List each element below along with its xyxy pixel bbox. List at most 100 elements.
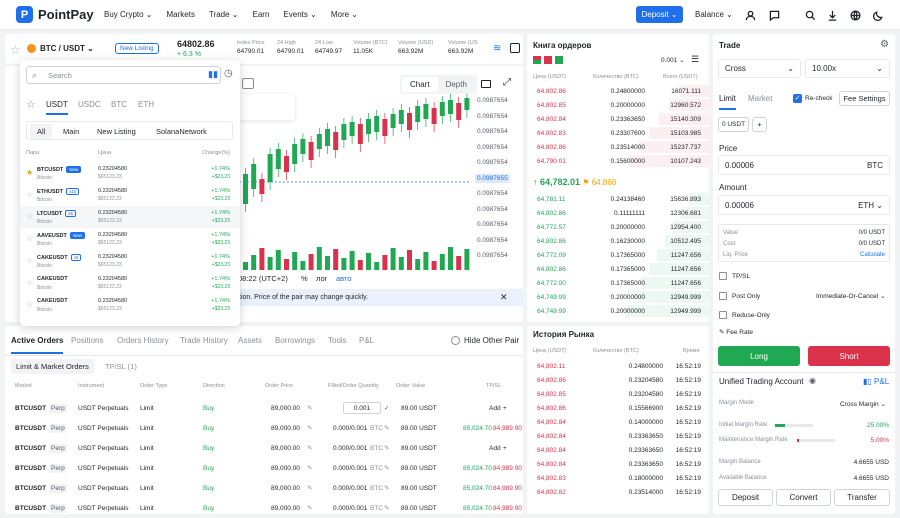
quote-usdt[interactable]: USDT <box>46 100 68 115</box>
cross-margin-select[interactable]: Cross Margin ⌄ <box>840 400 886 408</box>
tab-active-orders[interactable]: Active Orders <box>11 336 64 354</box>
ask-row[interactable]: 64,802.85 0.20000000 12960.572 <box>527 98 709 112</box>
star-icon[interactable]: ☆ <box>26 300 33 309</box>
book-both-icon[interactable] <box>533 56 541 64</box>
percent-toggle[interactable]: % <box>301 274 308 283</box>
edit-qty-icon[interactable]: ✎ <box>384 424 389 432</box>
cat-main[interactable]: Main <box>63 127 79 136</box>
edit-price-icon[interactable]: ✎ <box>307 464 312 472</box>
bid-row[interactable]: 64,781.11 0.24138460 15636.893 <box>527 192 709 206</box>
fee-settings-button[interactable]: Fee Settings <box>839 91 890 106</box>
tab-limit[interactable]: Limit <box>719 94 736 110</box>
hide-other-pair-radio[interactable] <box>451 336 460 345</box>
globe-icon[interactable] <box>849 9 861 21</box>
amount-input[interactable]: 0.00006 ETH ⌄ <box>718 195 890 215</box>
add-funds-button[interactable]: + <box>752 117 767 132</box>
balance-menu[interactable]: Balance ⌄ <box>695 10 733 19</box>
qty-edit-input[interactable]: 0.001 <box>343 402 381 414</box>
pair-row[interactable]: ☆ CAKEUSDT Bitcoin 0.23204580 $65123.23 +1.74… <box>20 272 240 294</box>
moon-icon[interactable] <box>872 9 884 21</box>
bid-row[interactable]: 64,749.99 0.20000000 12949.999 <box>527 290 709 304</box>
tab-orders-history[interactable]: Orders History <box>117 336 169 345</box>
bid-row[interactable]: 64,772.09 0.17365000 11247.656 <box>527 248 709 262</box>
bid-row[interactable]: 64,772.57 0.20000000 12954.400 <box>527 220 709 234</box>
star-icon[interactable]: ☆ <box>26 190 33 199</box>
ask-row[interactable]: 64,802.84 0.23363650 15140.309 <box>527 112 709 126</box>
candlestick-chart[interactable] <box>235 94 471 269</box>
book-bids-icon[interactable] <box>555 56 563 64</box>
long-button[interactable]: Long <box>718 346 800 366</box>
pair-row[interactable]: ☆ LTCUSDT x5 Bitcoin 0.23204580 $65123.23 +1.7… <box>20 206 240 228</box>
bar-chart-icon[interactable]: ▮▮ <box>208 69 218 80</box>
add-tpsl-button[interactable]: Add <box>489 445 501 452</box>
brand-logo[interactable]: P PointPay <box>16 6 94 23</box>
pair-row[interactable]: ☆ AAVEUSDT New Bitcoin 0.23204580 $65123.23 +1… <box>20 228 240 250</box>
tick-size-select[interactable]: 0.001 ⌄ <box>661 56 685 64</box>
cat-all[interactable]: All <box>30 124 53 139</box>
bid-row[interactable]: 64,802.86 0.17365000 11247.656 <box>527 262 709 276</box>
bid-row[interactable]: 64,802.86 0.16230000 10512.495 <box>527 234 709 248</box>
pair-row[interactable]: ★ BTCUSDT New Bitcoin 0.23204580 $65123.23 +1.… <box>20 162 240 184</box>
gear-icon[interactable]: ⚙ <box>880 39 889 50</box>
edit-qty-icon[interactable]: ✎ <box>384 444 389 452</box>
star-icon[interactable]: ☆ <box>26 212 33 221</box>
window-icon[interactable] <box>481 80 491 88</box>
quote-eth[interactable]: ETH <box>138 100 154 109</box>
tab-depth[interactable]: Depth <box>438 77 475 92</box>
star-icon[interactable]: ☆ <box>26 256 33 265</box>
tab-trade-history[interactable]: Trade History <box>180 336 228 345</box>
subtab-limit-market[interactable]: Limit & Market Orders <box>11 359 94 374</box>
deposit-button[interactable]: Deposit ⌄ <box>636 6 683 23</box>
favorites-star-icon[interactable]: ☆ <box>26 98 36 111</box>
edit-qty-icon[interactable]: ✎ <box>384 504 389 512</box>
nav-more[interactable]: More ⌄ <box>331 10 358 19</box>
pair-row[interactable]: ☆ ETHUSDT x10 Bitcoin 0.23204580 $65123.23 +1.… <box>20 184 240 206</box>
add-tpsl-button[interactable]: Add <box>489 405 501 412</box>
edit-price-icon[interactable]: ✎ <box>307 424 312 432</box>
subtab-tpsl[interactable]: TP/SL (1) <box>105 362 137 371</box>
ask-row[interactable]: 64,802.83 0.23307600 15103.985 <box>527 126 709 140</box>
auto-toggle[interactable]: авто <box>336 274 352 283</box>
margin-mode-select[interactable]: Cross ⌄ <box>718 59 801 78</box>
nav-buy-crypto[interactable]: Buy Crypto ⌄ <box>104 10 153 19</box>
post-only-checkbox[interactable] <box>719 292 727 300</box>
leverage-select[interactable]: 10.00x ⌄ <box>805 59 890 78</box>
quote-btc[interactable]: BTC <box>111 100 127 109</box>
short-button[interactable]: Short <box>808 346 890 366</box>
edit-price-icon[interactable]: ✎ <box>307 444 312 452</box>
fee-rate-link[interactable]: ✎ Fee Rate <box>719 328 753 336</box>
user-icon[interactable] <box>744 9 756 21</box>
edit-price-icon[interactable]: ✎ <box>307 484 312 492</box>
search-input[interactable]: ⌕ Search <box>26 66 221 84</box>
ask-row[interactable]: 64,802.86 0.23514000 15237.737 <box>527 140 709 154</box>
confirm-icon[interactable]: ✓ <box>384 404 389 412</box>
expand-icon[interactable]: ⤢ <box>503 77 511 88</box>
convert-button[interactable]: Convert <box>776 489 831 506</box>
tab-market[interactable]: Market <box>748 94 772 103</box>
recheck-checkbox[interactable]: ✓ <box>793 94 802 103</box>
bid-row[interactable]: 64,749.99 0.20000000 12949.999 <box>527 304 709 318</box>
tab-pl[interactable]: P&L <box>359 336 374 345</box>
camera-icon[interactable] <box>242 78 254 89</box>
nav-trade[interactable]: Trade ⌄ <box>209 10 239 19</box>
tab-chart[interactable]: Chart <box>402 77 438 92</box>
star-icon[interactable]: ☆ <box>26 234 33 243</box>
star-filled-icon[interactable]: ★ <box>26 168 33 177</box>
favorite-star-icon[interactable]: ☆ <box>10 43 21 57</box>
transfer-button[interactable]: Transfer <box>834 489 890 506</box>
tpsl-checkbox[interactable] <box>719 272 727 280</box>
close-notice-icon[interactable]: ✕ <box>500 292 508 303</box>
nav-earn[interactable]: Earn <box>253 10 270 19</box>
tab-borrowings[interactable]: Borrowings <box>275 336 315 345</box>
tab-assets[interactable]: Assets <box>238 336 262 345</box>
layout-icon[interactable] <box>510 43 520 53</box>
reduce-only-checkbox[interactable] <box>719 311 727 319</box>
log-toggle[interactable]: лог <box>316 274 327 283</box>
clock-icon[interactable]: ◷ <box>224 68 233 79</box>
calculate-link[interactable]: Calculate <box>860 252 885 258</box>
edit-price-icon[interactable]: ✎ <box>307 504 312 512</box>
time-in-force-select[interactable]: Immediate-Or-Cancel ⌄ <box>816 292 885 300</box>
download-icon[interactable] <box>826 9 838 21</box>
pair-selector[interactable]: BTC / USDT ⌄ <box>40 44 94 53</box>
star-icon[interactable]: ☆ <box>26 278 33 287</box>
